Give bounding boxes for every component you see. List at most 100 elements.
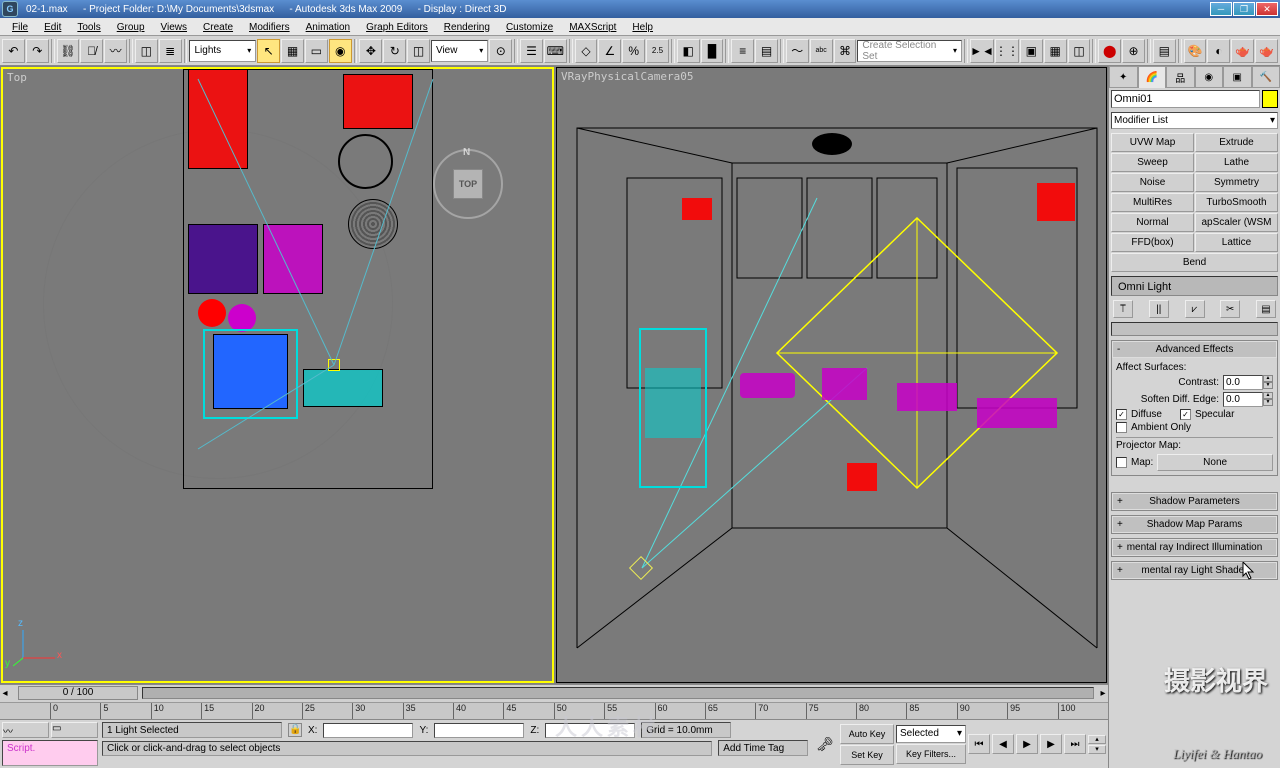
percent-snap-button[interactable]: % xyxy=(622,39,645,63)
close-button[interactable]: ✕ xyxy=(1256,2,1278,16)
show-end-result-button[interactable]: || xyxy=(1149,300,1169,318)
menu-modifiers[interactable]: Modifiers xyxy=(241,19,298,35)
projector-map-button[interactable]: None xyxy=(1157,454,1273,471)
rollout-header-mray-light[interactable]: +mental ray Light Shader xyxy=(1112,562,1277,579)
keymode-dropdown[interactable]: Selected▾ xyxy=(896,725,966,743)
menu-file[interactable]: File xyxy=(4,19,36,35)
autokey-button[interactable]: Auto Key xyxy=(840,724,894,744)
schematic-icon[interactable]: abc xyxy=(810,39,833,63)
rect-select-button[interactable]: ▭ xyxy=(305,39,328,63)
tab-modify[interactable]: 🌈 xyxy=(1138,66,1167,88)
menu-group[interactable]: Group xyxy=(109,19,153,35)
tab-create[interactable]: ✦ xyxy=(1109,66,1138,88)
snapshot-icon[interactable]: ▦ xyxy=(1044,39,1067,63)
maxscript-listener[interactable]: Script. xyxy=(2,740,98,766)
selection-filter-dropdown[interactable]: Lights xyxy=(189,40,256,62)
quick-render-button[interactable]: 🫖 xyxy=(1231,39,1254,63)
menu-tools[interactable]: Tools xyxy=(69,19,108,35)
mod-extrude[interactable]: Extrude xyxy=(1195,133,1278,152)
mini-curve-button[interactable]: 〰 xyxy=(2,722,49,738)
keyfilters-button[interactable]: Key Filters... xyxy=(896,744,966,764)
menu-create[interactable]: Create xyxy=(195,19,241,35)
maximize-button[interactable]: ❐ xyxy=(1233,2,1255,16)
render-preset-icon[interactable]: 🫖 xyxy=(1255,39,1278,63)
named-sel-edit-icon[interactable]: ◧ xyxy=(677,39,700,63)
diffuse-checkbox[interactable]: ✓ xyxy=(1116,409,1127,420)
rollout-header-shadow-params[interactable]: +Shadow Parameters xyxy=(1112,493,1277,510)
snap-button[interactable]: ◇ xyxy=(575,39,598,63)
mod-noise[interactable]: Noise xyxy=(1111,173,1194,192)
window-crossing-button[interactable]: ◉ xyxy=(329,39,352,63)
setkey-button[interactable]: Set Key xyxy=(840,745,894,765)
scale-button[interactable]: ◫ xyxy=(407,39,430,63)
map-checkbox[interactable] xyxy=(1116,457,1127,468)
spacing-icon[interactable]: ◫ xyxy=(1068,39,1091,63)
menu-edit[interactable]: Edit xyxy=(36,19,69,35)
move-button[interactable]: ✥ xyxy=(359,39,382,63)
modifier-stack[interactable]: Omni Light xyxy=(1111,276,1278,296)
frame-down-icon[interactable]: ▾ xyxy=(1088,745,1106,754)
timeline-ruler[interactable]: 0510152025303540455055606570758085909510… xyxy=(0,703,1108,721)
layers-manager-icon[interactable]: ▤ xyxy=(755,39,778,63)
unlink-button[interactable]: ⛓̸ xyxy=(80,39,103,63)
mirror-button[interactable]: ▐▌ xyxy=(701,39,724,63)
link-button[interactable]: ⛓ xyxy=(57,39,80,63)
select-object-button[interactable]: ↖ xyxy=(257,39,280,63)
keymode-button[interactable]: ⌨ xyxy=(544,39,567,63)
object-name-field[interactable] xyxy=(1111,90,1260,108)
play-button[interactable]: ▶ xyxy=(1016,734,1038,754)
rollout-header-shadow-map[interactable]: +Shadow Map Params xyxy=(1112,516,1277,533)
mod-lattice[interactable]: Lattice xyxy=(1195,233,1278,252)
frame-up-icon[interactable]: ▴ xyxy=(1088,735,1106,744)
remove-mod-button[interactable]: ✂ xyxy=(1220,300,1240,318)
next-frame-button[interactable]: ▶ xyxy=(1040,734,1062,754)
add-time-tag[interactable]: Add Time Tag xyxy=(718,740,808,756)
mod-sweep[interactable]: Sweep xyxy=(1111,153,1194,172)
mini-key-button[interactable]: ▭ xyxy=(51,722,98,738)
render-setup-button[interactable]: 🎨 xyxy=(1184,39,1207,63)
mod-symmetry[interactable]: Symmetry xyxy=(1195,173,1278,192)
coord-y-field[interactable] xyxy=(434,723,524,738)
track-scrollbar[interactable] xyxy=(142,687,1094,699)
manipulate-button[interactable]: ☰ xyxy=(520,39,543,63)
mod-ffdbox[interactable]: FFD(box) xyxy=(1111,233,1194,252)
prev-frame-button[interactable]: ◀ xyxy=(992,734,1014,754)
mat-picker-icon[interactable]: ⊕ xyxy=(1122,39,1145,63)
mod-multires[interactable]: MultiRes xyxy=(1111,193,1194,212)
object-color-swatch[interactable] xyxy=(1262,90,1278,108)
coord-z-field[interactable] xyxy=(545,723,635,738)
mod-uvwmap[interactable]: UVW Map xyxy=(1111,133,1194,152)
mod-bend[interactable]: Bend xyxy=(1111,253,1278,272)
minimize-button[interactable]: ─ xyxy=(1210,2,1232,16)
mirror-tool-icon[interactable]: ►◄ xyxy=(970,39,994,63)
undo-button[interactable]: ↶ xyxy=(2,39,25,63)
render-frame-icon[interactable]: ◐ xyxy=(1207,39,1230,63)
align-tool-icon[interactable]: ▣ xyxy=(1020,39,1043,63)
curve-editor-icon[interactable]: 〜 xyxy=(786,39,809,63)
viewcube[interactable]: N TOP xyxy=(433,149,503,219)
select-by-name-button[interactable]: ▦ xyxy=(281,39,304,63)
menu-maxscript[interactable]: MAXScript xyxy=(561,19,624,35)
tab-display[interactable]: ▣ xyxy=(1223,66,1252,88)
specular-checkbox[interactable]: ✓ xyxy=(1180,409,1191,420)
viewport-top[interactable]: Top N xyxy=(1,67,554,683)
contrast-spinner[interactable]: ▲▼ xyxy=(1223,375,1273,390)
goto-end-button[interactable]: ⏭ xyxy=(1064,734,1086,754)
mod-turbosmooth[interactable]: TurboSmooth xyxy=(1195,193,1278,212)
listener-icon[interactable]: ⌘ xyxy=(834,39,857,63)
viewport-camera[interactable]: VRayPhysicalCamera05 xyxy=(556,67,1107,683)
render-env-icon[interactable]: ▤ xyxy=(1153,39,1176,63)
menu-rendering[interactable]: Rendering xyxy=(436,19,498,35)
redo-button[interactable]: ↷ xyxy=(26,39,49,63)
pivot-center-button[interactable]: ⊙ xyxy=(489,39,512,63)
pin-stack-button[interactable]: ⟙ xyxy=(1113,300,1133,318)
lock-selection-button[interactable]: 🔒 xyxy=(288,723,302,737)
rollout-header-advanced-effects[interactable]: -Advanced Effects xyxy=(1112,341,1277,358)
layers-icon[interactable]: ≣ xyxy=(159,39,182,63)
array-icon[interactable]: ⋮⋮ xyxy=(995,39,1019,63)
tab-hierarchy[interactable]: 品 xyxy=(1166,66,1195,88)
named-selection-set-dropdown[interactable]: Create Selection Set xyxy=(857,40,962,62)
modifier-list-dropdown[interactable]: Modifier List▾ xyxy=(1111,112,1278,129)
tab-motion[interactable]: ◉ xyxy=(1195,66,1224,88)
goto-start-button[interactable]: ⏮ xyxy=(968,734,990,754)
